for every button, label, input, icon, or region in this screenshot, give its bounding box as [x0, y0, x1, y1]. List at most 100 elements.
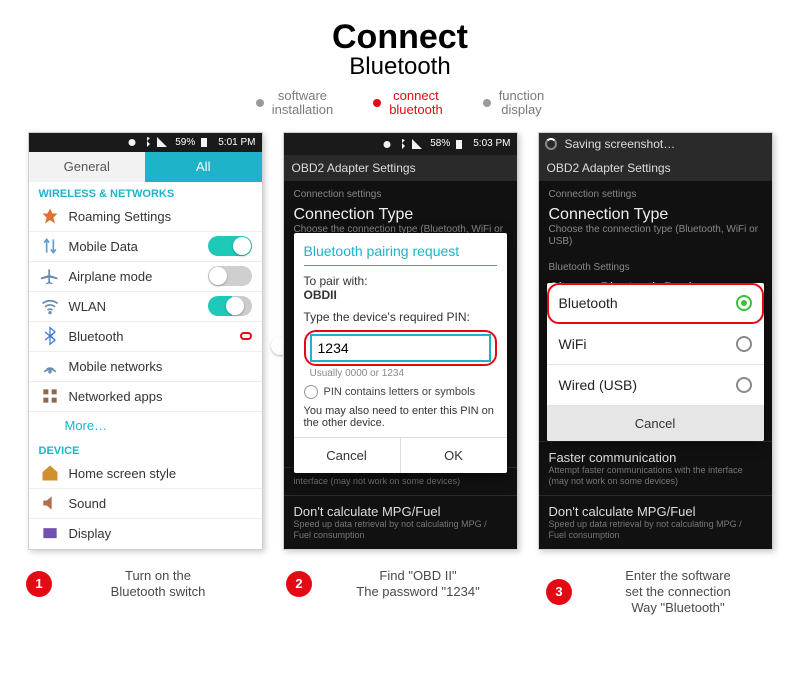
net-apps-icon — [39, 385, 61, 407]
row-label: WLAN — [69, 299, 208, 314]
instructions: 1 Turn on theBluetooth switch 2 Find "OB… — [0, 550, 800, 617]
option-bluetooth[interactable]: Bluetooth — [547, 283, 764, 324]
toggle-airplane[interactable] — [208, 266, 252, 286]
mobile-net-icon — [39, 355, 61, 377]
pair-device-name: OBDII — [304, 288, 497, 302]
alarm-icon — [381, 138, 393, 150]
row-networked-apps[interactable]: Networked apps — [29, 382, 262, 412]
instruction-3: 3 Enter the softwareset the connectionWa… — [546, 568, 774, 617]
step-number-badge: 3 — [546, 579, 572, 605]
mobile-data-icon — [39, 235, 61, 257]
dot-icon — [483, 99, 491, 107]
signal-icon — [411, 138, 423, 150]
step-number-badge: 1 — [26, 571, 52, 597]
battery-text: 59% — [175, 137, 195, 148]
row-roaming-settings[interactable]: Roaming Settings — [29, 202, 262, 232]
row-label: Mobile networks — [69, 359, 252, 374]
saving-text: Saving screenshot… — [565, 137, 676, 151]
connection-type-title: Connection Type — [539, 202, 772, 224]
row-label: Networked apps — [69, 389, 252, 404]
home-icon — [39, 462, 61, 484]
battery-icon — [198, 136, 210, 148]
item-desc: Attempt faster communications with the i… — [549, 465, 762, 487]
row-sound[interactable]: Sound — [29, 489, 262, 519]
instruction-2: 2 Find "OBD II"The password "1234" — [286, 568, 514, 601]
pin-letters-checkbox-row[interactable]: PIN contains letters or symbols — [304, 385, 497, 399]
bluetooth-pairing-dialog: Bluetooth pairing request To pair with: … — [294, 233, 507, 473]
tab-all[interactable]: All — [145, 152, 262, 182]
clock-text: 5:03 PM — [473, 138, 510, 149]
pair-with-label: To pair with: — [304, 274, 497, 288]
airplane-icon — [39, 265, 61, 287]
status-bar: 59% 5:01 PM — [29, 133, 262, 152]
connection-type-title: Connection Type — [284, 202, 517, 224]
more-link[interactable]: More… — [29, 412, 262, 439]
item-desc: Speed up data retrieval by not calculati… — [549, 519, 762, 541]
app-header: OBD2 Adapter Settings — [284, 155, 517, 181]
cancel-button[interactable]: Cancel — [547, 406, 764, 441]
instruction-1: 1 Turn on theBluetooth switch — [26, 568, 254, 601]
row-wlan[interactable]: WLAN — [29, 292, 262, 322]
row-display[interactable]: Display — [29, 519, 262, 549]
row-label: Roaming Settings — [69, 209, 252, 224]
checkbox-label: PIN contains letters or symbols — [324, 386, 476, 398]
dot-icon — [256, 99, 264, 107]
item-desc: interface (may not work on some devices) — [294, 476, 507, 487]
sound-icon — [39, 492, 61, 514]
step-indicator: softwareinstallation connectbluetooth fu… — [0, 89, 800, 118]
row-airplane-mode[interactable]: Airplane mode — [29, 262, 262, 292]
checkbox-icon[interactable] — [304, 385, 318, 399]
connection-type-desc: Choose the connection type (Bluetooth, W… — [539, 224, 772, 254]
step-software: softwareinstallation — [256, 89, 333, 118]
signal-icon — [156, 136, 168, 148]
row-label: Home screen style — [69, 466, 252, 481]
spinner-icon — [545, 138, 557, 150]
pin-hint: Usually 0000 or 1234 — [310, 368, 497, 379]
radio-icon[interactable] — [736, 336, 752, 352]
bluetooth-icon — [396, 138, 408, 150]
cancel-button[interactable]: Cancel — [294, 438, 400, 473]
item-mpg[interactable]: Don't calculate MPG/Fuel Speed up data r… — [539, 495, 772, 549]
section-connection-settings: Connection settings — [284, 181, 517, 202]
step-function: functiondisplay — [483, 89, 545, 118]
row-bluetooth[interactable]: Bluetooth — [29, 322, 262, 352]
phone-1-settings: 59% 5:01 PM General All WIRELESS & NETWO… — [28, 132, 263, 550]
ok-button[interactable]: OK — [400, 438, 507, 473]
item-mpg[interactable]: Don't calculate MPG/Fuel Speed up data r… — [284, 495, 517, 549]
option-wired-usb[interactable]: Wired (USB) — [547, 365, 764, 406]
row-mobile-data[interactable]: Mobile Data — [29, 232, 262, 262]
row-label: Airplane mode — [69, 269, 208, 284]
radio-icon[interactable] — [736, 295, 752, 311]
radio-icon[interactable] — [736, 377, 752, 393]
app-header: OBD2 Adapter Settings — [539, 155, 772, 181]
wlan-icon — [39, 295, 61, 317]
toggle-wlan[interactable] — [208, 296, 252, 316]
item-title: Don't calculate MPG/Fuel — [294, 504, 507, 519]
option-wifi[interactable]: WiFi — [547, 324, 764, 365]
option-label: Wired (USB) — [559, 377, 638, 393]
item-title: Faster communication — [549, 450, 762, 465]
dot-icon — [373, 99, 381, 107]
row-label: Mobile Data — [69, 239, 208, 254]
toggle-mobile-data[interactable] — [208, 236, 252, 256]
display-icon — [39, 523, 61, 545]
row-label: Display — [69, 526, 252, 541]
row-home-style[interactable]: Home screen style — [29, 459, 262, 489]
bluetooth-icon — [39, 325, 61, 347]
pin-input[interactable] — [310, 334, 491, 362]
alarm-icon — [126, 136, 138, 148]
phone-2-pairing: 58% 5:03 PM OBD2 Adapter Settings Connec… — [283, 132, 518, 550]
dialog-title: Bluetooth pairing request — [304, 243, 497, 266]
bluetooth-toggle-highlight — [240, 332, 252, 340]
row-label: Bluetooth — [69, 329, 240, 344]
connection-type-dialog: Bluetooth WiFi Wired (USB) Cancel — [547, 283, 764, 441]
tab-general[interactable]: General — [29, 152, 146, 182]
row-mobile-networks[interactable]: Mobile networks — [29, 352, 262, 382]
section-wireless: WIRELESS & NETWORKS — [29, 182, 262, 202]
step-number-badge: 2 — [286, 571, 312, 597]
page-title-bluetooth: Bluetooth — [0, 53, 800, 81]
status-bar: 58% 5:03 PM — [284, 133, 517, 155]
section-bt-settings: Bluetooth Settings — [539, 254, 772, 275]
page-title-connect: Connect — [0, 18, 800, 57]
item-faster-comm[interactable]: Faster communication Attempt faster comm… — [539, 441, 772, 495]
